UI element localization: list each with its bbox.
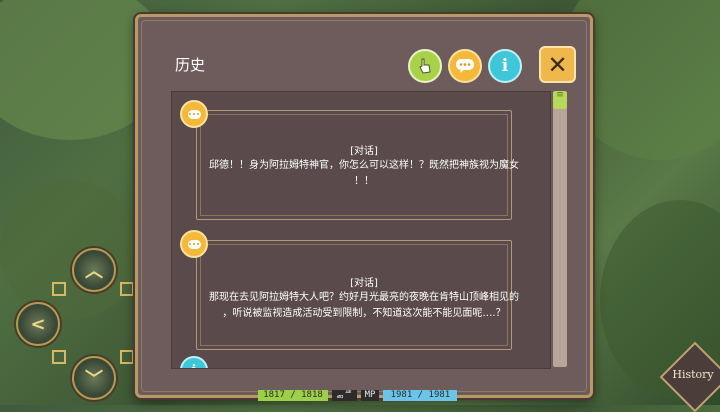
status-bar: 1817 / 1818 ᆱᄹ MP 1981 / 1981 xyxy=(258,389,458,401)
speech-bubble-icon xyxy=(456,59,474,73)
scrollbar[interactable]: ≡ xyxy=(553,91,567,367)
close-icon: ✕ xyxy=(547,50,568,79)
corner-marker xyxy=(52,350,66,364)
status-tag: ᆱᄹ xyxy=(332,389,357,401)
corner-marker xyxy=(120,282,134,296)
speech-bubble-icon xyxy=(180,230,208,258)
dialog-title: 历史 xyxy=(175,56,206,74)
info-filter-button[interactable]: i xyxy=(488,49,522,83)
corner-marker xyxy=(120,350,134,364)
history-list[interactable]: [对话] 邱德！！身为阿拉姆特神官，你怎么可以这样！？既然把神族视为魔女 ！！ … xyxy=(171,91,551,369)
entry-line: ！！ xyxy=(354,176,374,187)
list-item: i xyxy=(180,356,522,368)
entry-line: 邱德！！身为阿拉姆特神官，你怎么可以这样！？既然把神族视为魔女 xyxy=(209,160,519,171)
filter-button[interactable] xyxy=(408,49,442,83)
hand-pointer-icon xyxy=(419,58,431,74)
entry-line: 那现在去见阿拉姆特大人吧？约好月光最亮的夜晚在肯特山顶峰相见的 xyxy=(209,292,519,303)
info-icon: i xyxy=(180,356,208,368)
entry-speaker: [对话] xyxy=(350,146,378,157)
chevron-left-icon: < xyxy=(30,313,46,335)
down-control-button[interactable]: ﹀ xyxy=(72,356,116,400)
entry-speaker: [对话] xyxy=(350,278,378,289)
close-button[interactable]: ✕ xyxy=(539,46,576,83)
chevron-down-icon: ﹀ xyxy=(85,369,103,390)
dialogue-filter-button[interactable] xyxy=(448,49,482,83)
hp-value: 1817 / 1818 xyxy=(258,389,328,401)
info-icon: i xyxy=(501,56,509,76)
up-control-button[interactable]: ︿ xyxy=(72,248,116,292)
entry-line: ，听说被监视造成活动受到限制，不知道这次能不能见面呢….？ xyxy=(222,308,506,319)
corner-marker xyxy=(52,282,66,296)
mp-value: 1981 / 1981 xyxy=(383,389,458,401)
list-item: [对话] 邱德！！身为阿拉姆特神官，你怎么可以这样！？既然把神族视为魔女 ！！ xyxy=(180,100,522,220)
chevron-up-icon: ︿ xyxy=(85,261,103,282)
mp-label: MP xyxy=(360,389,380,401)
scrollbar-thumb[interactable]: ≡ xyxy=(553,91,567,109)
speech-bubble-icon xyxy=(180,100,208,128)
list-item: [对话] 那现在去见阿拉姆特大人吧？约好月光最亮的夜晚在肯特山顶峰相见的 ，听说… xyxy=(180,230,522,350)
left-control-button[interactable]: < xyxy=(16,302,60,346)
history-button-label: History xyxy=(672,368,714,381)
history-dialog: 历史 i ✕ [对话] 邱德！！身为阿拉姆特神官，你怎么可以这样！？既然把神族视… xyxy=(135,14,593,398)
